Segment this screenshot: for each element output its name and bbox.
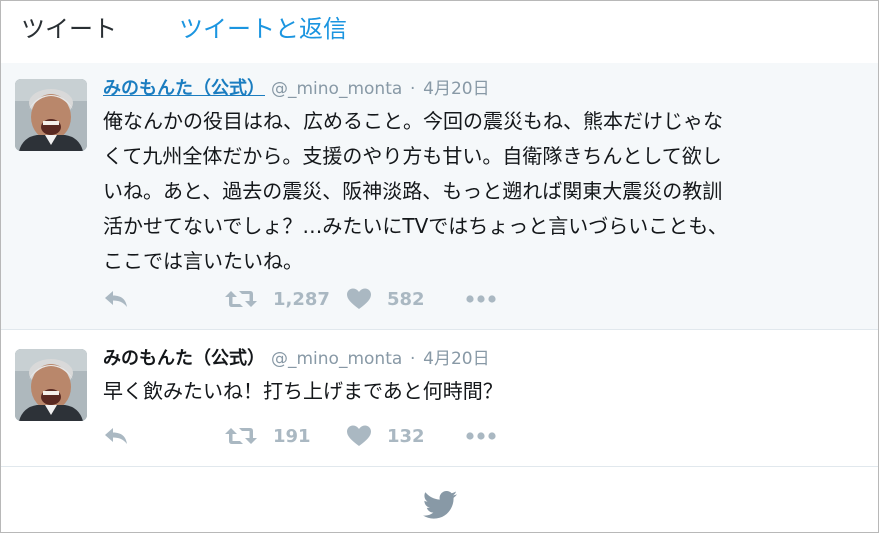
- more-icon: [466, 295, 496, 303]
- timeline-footer: [1, 467, 878, 532]
- reply-button[interactable]: [103, 287, 129, 311]
- tab-tweets-and-replies[interactable]: ツイートと返信: [179, 14, 347, 44]
- author-username[interactable]: @_mino_monta: [271, 79, 402, 99]
- tweet[interactable]: みのもんた（公式） @_mino_monta · 4月20日 早く飲みたいね！打ち…: [1, 330, 878, 467]
- avatar[interactable]: [15, 79, 87, 151]
- author-username[interactable]: @_mino_monta: [271, 349, 402, 369]
- like-button[interactable]: 582: [347, 287, 425, 311]
- heart-icon: [347, 288, 371, 309]
- retweet-button[interactable]: 1,287: [225, 287, 330, 311]
- like-count: 132: [387, 425, 425, 447]
- more-button[interactable]: [466, 424, 496, 448]
- retweet-icon: [225, 428, 257, 444]
- more-icon: [466, 432, 496, 440]
- avatar[interactable]: [15, 349, 87, 421]
- separator: ·: [410, 349, 416, 369]
- retweet-icon: [225, 291, 257, 307]
- tweet[interactable]: みのもんた（公式） @_mino_monta · 4月20日 俺なんかの役目はね、…: [1, 63, 878, 330]
- reply-icon: [105, 428, 127, 444]
- tweet-header: みのもんた（公式） @_mino_monta · 4月20日: [103, 76, 490, 102]
- separator: ·: [410, 79, 416, 99]
- profile-tabs: ツイート ツイートと返信: [1, 1, 878, 64]
- tweet-text: 俺なんかの役目はね、広めること。今回の震災もね、熊本だけじゃな くて九州全体だか…: [103, 109, 728, 273]
- tweet-timestamp[interactable]: 4月20日: [423, 79, 489, 99]
- timeline-panel: ツイート ツイートと返信 みのもんた（公式） @_mino_monta · 4月2…: [0, 0, 879, 533]
- twitter-bird-icon[interactable]: [423, 491, 457, 519]
- heart-icon: [347, 425, 371, 446]
- tab-tweets[interactable]: ツイート: [21, 14, 117, 44]
- like-count: 582: [387, 288, 425, 310]
- author-name[interactable]: みのもんた（公式）: [103, 78, 265, 99]
- tweet-timestamp[interactable]: 4月20日: [423, 349, 489, 369]
- retweet-count: 1,287: [273, 288, 330, 310]
- more-button[interactable]: [466, 287, 496, 311]
- retweet-count: 191: [273, 425, 311, 447]
- reply-button[interactable]: [103, 424, 129, 448]
- tweet-text: 早く飲みたいね！打ち上げまであと何時間？: [103, 379, 503, 403]
- retweet-button[interactable]: 191: [225, 424, 311, 448]
- author-name[interactable]: みのもんた（公式）: [103, 348, 265, 369]
- like-button[interactable]: 132: [347, 424, 425, 448]
- reply-icon: [105, 291, 127, 307]
- tweet-header: みのもんた（公式） @_mino_monta · 4月20日: [103, 346, 490, 372]
